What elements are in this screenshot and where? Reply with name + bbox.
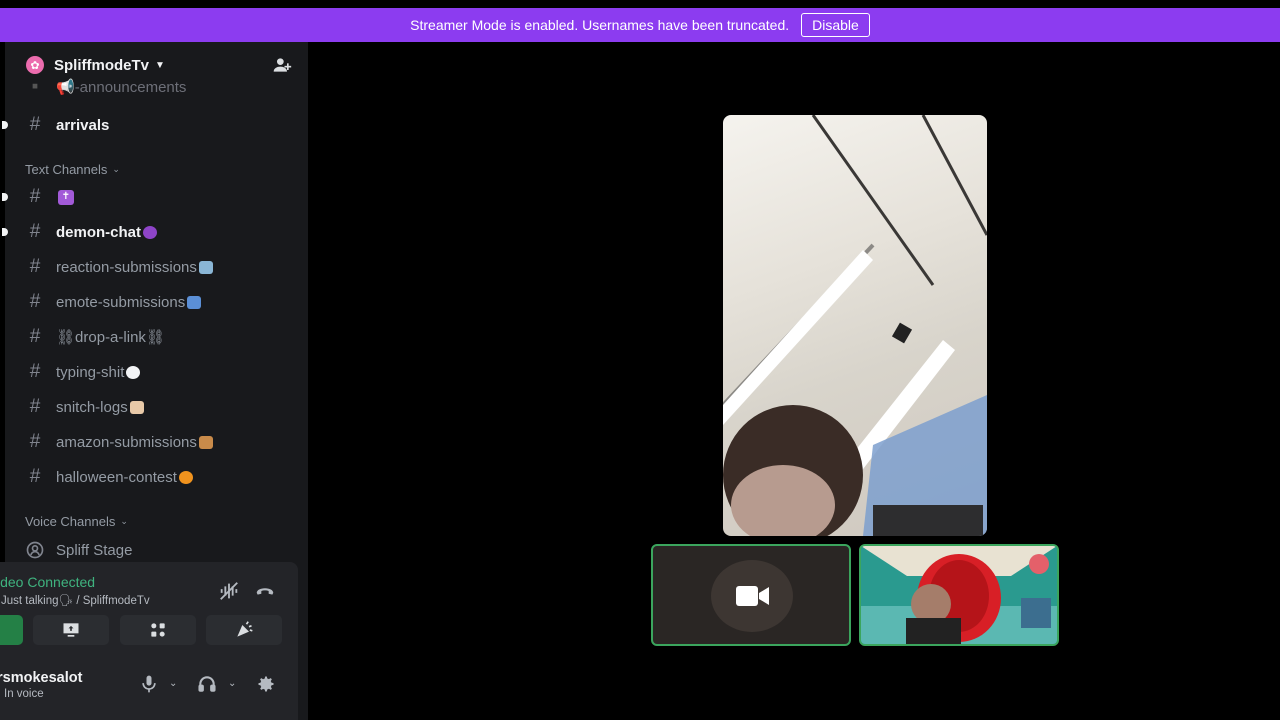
package-emoji-icon	[198, 435, 213, 449]
top-black-band	[0, 0, 1280, 8]
cross-emoji-icon: ✝	[58, 189, 74, 205]
stage-icon	[26, 541, 44, 559]
channel-label: demon-chat	[56, 223, 142, 241]
channel-label: arrivals	[56, 116, 110, 134]
channel-reaction-submissions[interactable]: # reaction-submissions	[5, 252, 308, 282]
channel-label: -announcements	[74, 78, 187, 96]
activities-button[interactable]	[120, 615, 196, 645]
category-text-channels[interactable]: Text Channels ⌄	[25, 162, 120, 177]
voice-connected-status: ideo Connected	[0, 574, 96, 590]
channel-label: amazon-submissions	[56, 433, 197, 451]
main-video-stream[interactable]	[723, 115, 987, 536]
hash-icon: #	[29, 186, 41, 207]
imp-emoji-icon	[143, 225, 158, 239]
hash-icon: #	[29, 114, 41, 135]
hash-icon: #	[29, 431, 41, 452]
camera-toggle-button[interactable]	[0, 615, 23, 645]
channel-emote-submissions[interactable]: # emote-submissions	[5, 287, 308, 317]
voice-connection-panel: ideo Connected Just talking🗣 / Spliffmod…	[0, 562, 298, 654]
channel-label: snitch-logs	[56, 398, 128, 416]
unread-indicator	[2, 193, 8, 201]
streamer-mode-message: Streamer Mode is enabled. Usernames have…	[410, 17, 790, 33]
channel-label: halloween-contest	[56, 468, 177, 486]
disconnect-icon[interactable]	[254, 580, 276, 602]
unread-indicator	[2, 228, 8, 236]
channel-arrivals[interactable]: # arrivals	[2, 110, 308, 140]
streamer-mode-banner: Streamer Mode is enabled. Usernames have…	[0, 8, 1280, 42]
streamer-video-frame	[861, 546, 1057, 644]
thread-hash-icon: #	[29, 221, 41, 242]
channel-sidebar: ✿ SpliffmodeTv ▼ ▪ 📢 -announcements # ar…	[0, 42, 308, 720]
participant-tile-camera-off[interactable]	[651, 544, 851, 646]
noise-suppression-icon[interactable]	[218, 580, 240, 602]
channel-snitch-logs[interactable]: # snitch-logs	[5, 392, 308, 422]
gear-icon[interactable]	[256, 674, 276, 694]
headphones-icon[interactable]	[197, 674, 217, 694]
disable-streamer-mode-button[interactable]: Disable	[801, 13, 870, 37]
speech-bubble-emoji-icon	[126, 365, 141, 379]
voice-channel-spliff-stage[interactable]: Spliff Stage	[5, 535, 308, 565]
channel-label: ⛓drop-a-link⛓	[56, 329, 165, 346]
inbox-emoji-icon	[187, 295, 202, 309]
soundboard-button[interactable]	[206, 615, 282, 645]
hash-icon: #	[29, 466, 41, 487]
participant-tile-streamer[interactable]	[859, 544, 1059, 646]
box-emoji-icon	[198, 260, 213, 274]
pumpkin-emoji-icon	[178, 470, 193, 484]
server-flower-icon: ✿	[26, 56, 44, 74]
soundboard-icon	[237, 621, 253, 637]
hash-icon: #	[29, 291, 41, 312]
share-screen-button[interactable]	[33, 615, 109, 645]
folder-emoji-icon	[129, 400, 144, 414]
user-panel: rsmokesalot In voice ⌄ ⌄	[0, 654, 298, 720]
category-label: Voice Channels	[25, 514, 116, 529]
channel-halloween-contest[interactable]: # halloween-contest	[5, 462, 308, 492]
channel-label: reaction-submissions	[56, 258, 197, 276]
category-label: Text Channels	[25, 162, 108, 177]
category-voice-channels[interactable]: Voice Channels ⌄	[25, 514, 128, 529]
chevron-down-icon: ⌄	[112, 164, 120, 174]
video-camera-icon	[736, 586, 769, 606]
hash-icon: #	[29, 396, 41, 417]
chevron-down-icon: ▼	[155, 59, 165, 71]
hash-icon: #	[29, 326, 41, 347]
channel-cross[interactable]: # ✝	[2, 182, 308, 212]
channel-announcements[interactable]: ▪ 📢 -announcements	[5, 76, 308, 98]
chevron-down-icon[interactable]: ⌄	[228, 678, 236, 689]
microphone-icon[interactable]	[139, 674, 159, 694]
announcement-channel-icon: ▪	[31, 76, 39, 97]
server-name: SpliffmodeTv	[54, 56, 150, 74]
unread-indicator	[2, 121, 8, 129]
channel-label: emote-submissions	[56, 293, 186, 311]
megaphone-icon: 📢	[56, 79, 75, 96]
ceiling-video-frame	[723, 115, 987, 536]
channel-label: Spliff Stage	[56, 541, 133, 559]
channel-label: typing-shit	[56, 363, 125, 381]
user-status: In voice	[4, 688, 44, 700]
username[interactable]: rsmokesalot	[0, 670, 82, 686]
voice-channel-path[interactable]: Just talking🗣 / SpliffmodeTv	[1, 593, 150, 607]
activities-icon	[151, 623, 165, 637]
invite-people-icon[interactable]	[272, 55, 292, 75]
hash-icon: #	[29, 256, 41, 277]
screen-share-icon	[63, 623, 79, 637]
hash-icon: #	[29, 361, 41, 382]
channel-amazon-submissions[interactable]: # amazon-submissions	[5, 427, 308, 457]
chevron-down-icon[interactable]: ⌄	[169, 678, 177, 689]
channel-drop-a-link[interactable]: # ⛓drop-a-link⛓	[5, 322, 308, 352]
channel-typing[interactable]: # typing-shit	[5, 357, 308, 387]
channel-demon-chat[interactable]: # demon-chat	[2, 217, 308, 247]
chevron-down-icon: ⌄	[120, 516, 128, 526]
